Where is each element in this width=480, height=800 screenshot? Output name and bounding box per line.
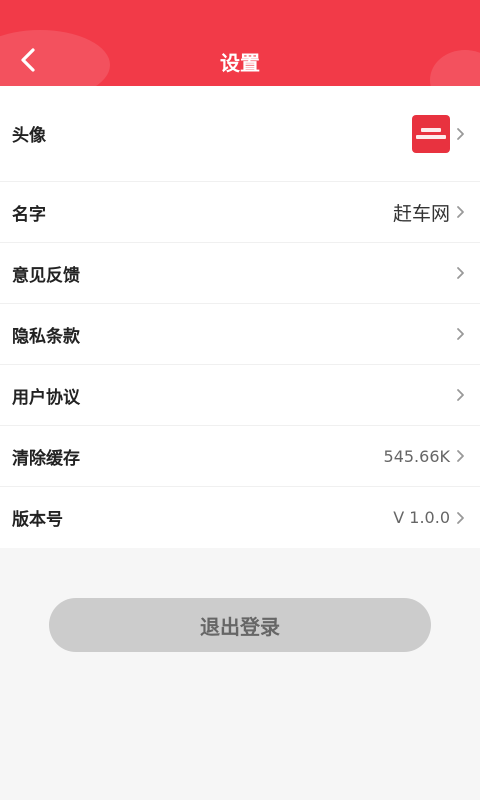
chevron-right-icon (457, 511, 464, 524)
settings-item-label: 隐私条款 (12, 326, 80, 347)
settings-item-privacy[interactable]: 隐私条款 (0, 304, 480, 365)
chevron-right-icon (457, 267, 464, 279)
chevron-right-icon (457, 450, 464, 462)
settings-item-right (454, 326, 466, 342)
chevron-right-icon (457, 206, 464, 218)
settings-item-label: 头像 (12, 126, 46, 146)
settings-item-right (454, 265, 466, 281)
settings-item-feedback[interactable]: 意见反馈 (0, 243, 480, 304)
settings-item-agreement[interactable]: 用户协议 (0, 365, 480, 426)
chevron-right-icon (457, 389, 464, 401)
settings-item-label: 用户协议 (12, 387, 80, 408)
settings-item-right: 545.66K (384, 447, 466, 466)
page-title: 设置 (220, 51, 260, 75)
settings-item-cache[interactable]: 清除缓存 545.66K (0, 426, 480, 487)
avatar[interactable] (412, 114, 450, 153)
chevron-right-icon (457, 127, 464, 140)
settings-item-avatar[interactable]: 头像 (0, 86, 480, 182)
logout-container: 退出登录 (0, 548, 480, 652)
name-value: 赶车网 (392, 202, 450, 225)
settings-item-label: 名字 (12, 204, 46, 225)
settings-item-label: 清除缓存 (12, 448, 80, 469)
avatar-mark (421, 128, 441, 132)
settings-list: 头像 名字 赶车网 意见反馈 隐私条款 用户协议 清除缓存 545.66K 版本… (0, 86, 480, 548)
settings-item-right: V 1.0.0 (393, 508, 466, 527)
settings-item-version[interactable]: 版本号 V 1.0.0 (0, 487, 480, 548)
settings-item-label: 意见反馈 (12, 265, 80, 286)
chevron-right-icon (457, 328, 464, 340)
settings-item-right (454, 387, 466, 403)
settings-item-right: 赶车网 (393, 199, 466, 226)
settings-item-name[interactable]: 名字 赶车网 (0, 182, 480, 243)
settings-item-label: 版本号 (12, 510, 63, 530)
header-bar: 设置 (0, 0, 480, 86)
version-value: V 1.0.0 (393, 508, 450, 527)
avatar-mark (416, 135, 446, 139)
settings-item-right (412, 114, 466, 153)
cache-size-value: 545.66K (383, 446, 450, 466)
logout-button[interactable]: 退出登录 (49, 598, 431, 652)
